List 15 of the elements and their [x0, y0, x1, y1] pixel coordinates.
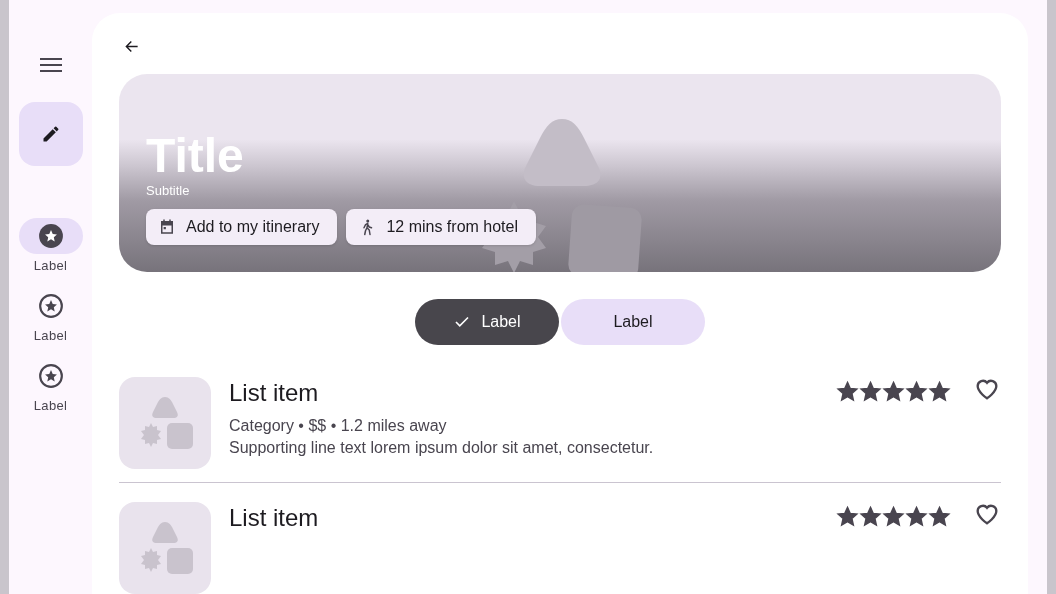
hero-subtitle: Subtitle [146, 183, 191, 199]
segment-button[interactable]: Label [415, 299, 559, 345]
hero-title: Title [146, 129, 245, 183]
list-item-meta: Category • $$ • 1.2 miles away [229, 416, 448, 436]
chip[interactable]: Add to my itinerary [146, 209, 338, 245]
supporting-text: Supporting line text lorem ipsum dolor sit amet, consectetur. [229, 438, 655, 458]
list-item-title: List item [229, 378, 320, 408]
nav-item[interactable]: Label [18, 288, 83, 344]
segment-button[interactable]: Label [561, 299, 705, 345]
nav-item[interactable]: Label [18, 358, 83, 414]
calendar-icon [158, 218, 176, 236]
edit-button[interactable] [18, 102, 83, 166]
list-item-title: List item [229, 503, 320, 533]
menu-icon[interactable] [39, 57, 62, 73]
chip[interactable]: 12 mins from hotel [346, 209, 536, 245]
